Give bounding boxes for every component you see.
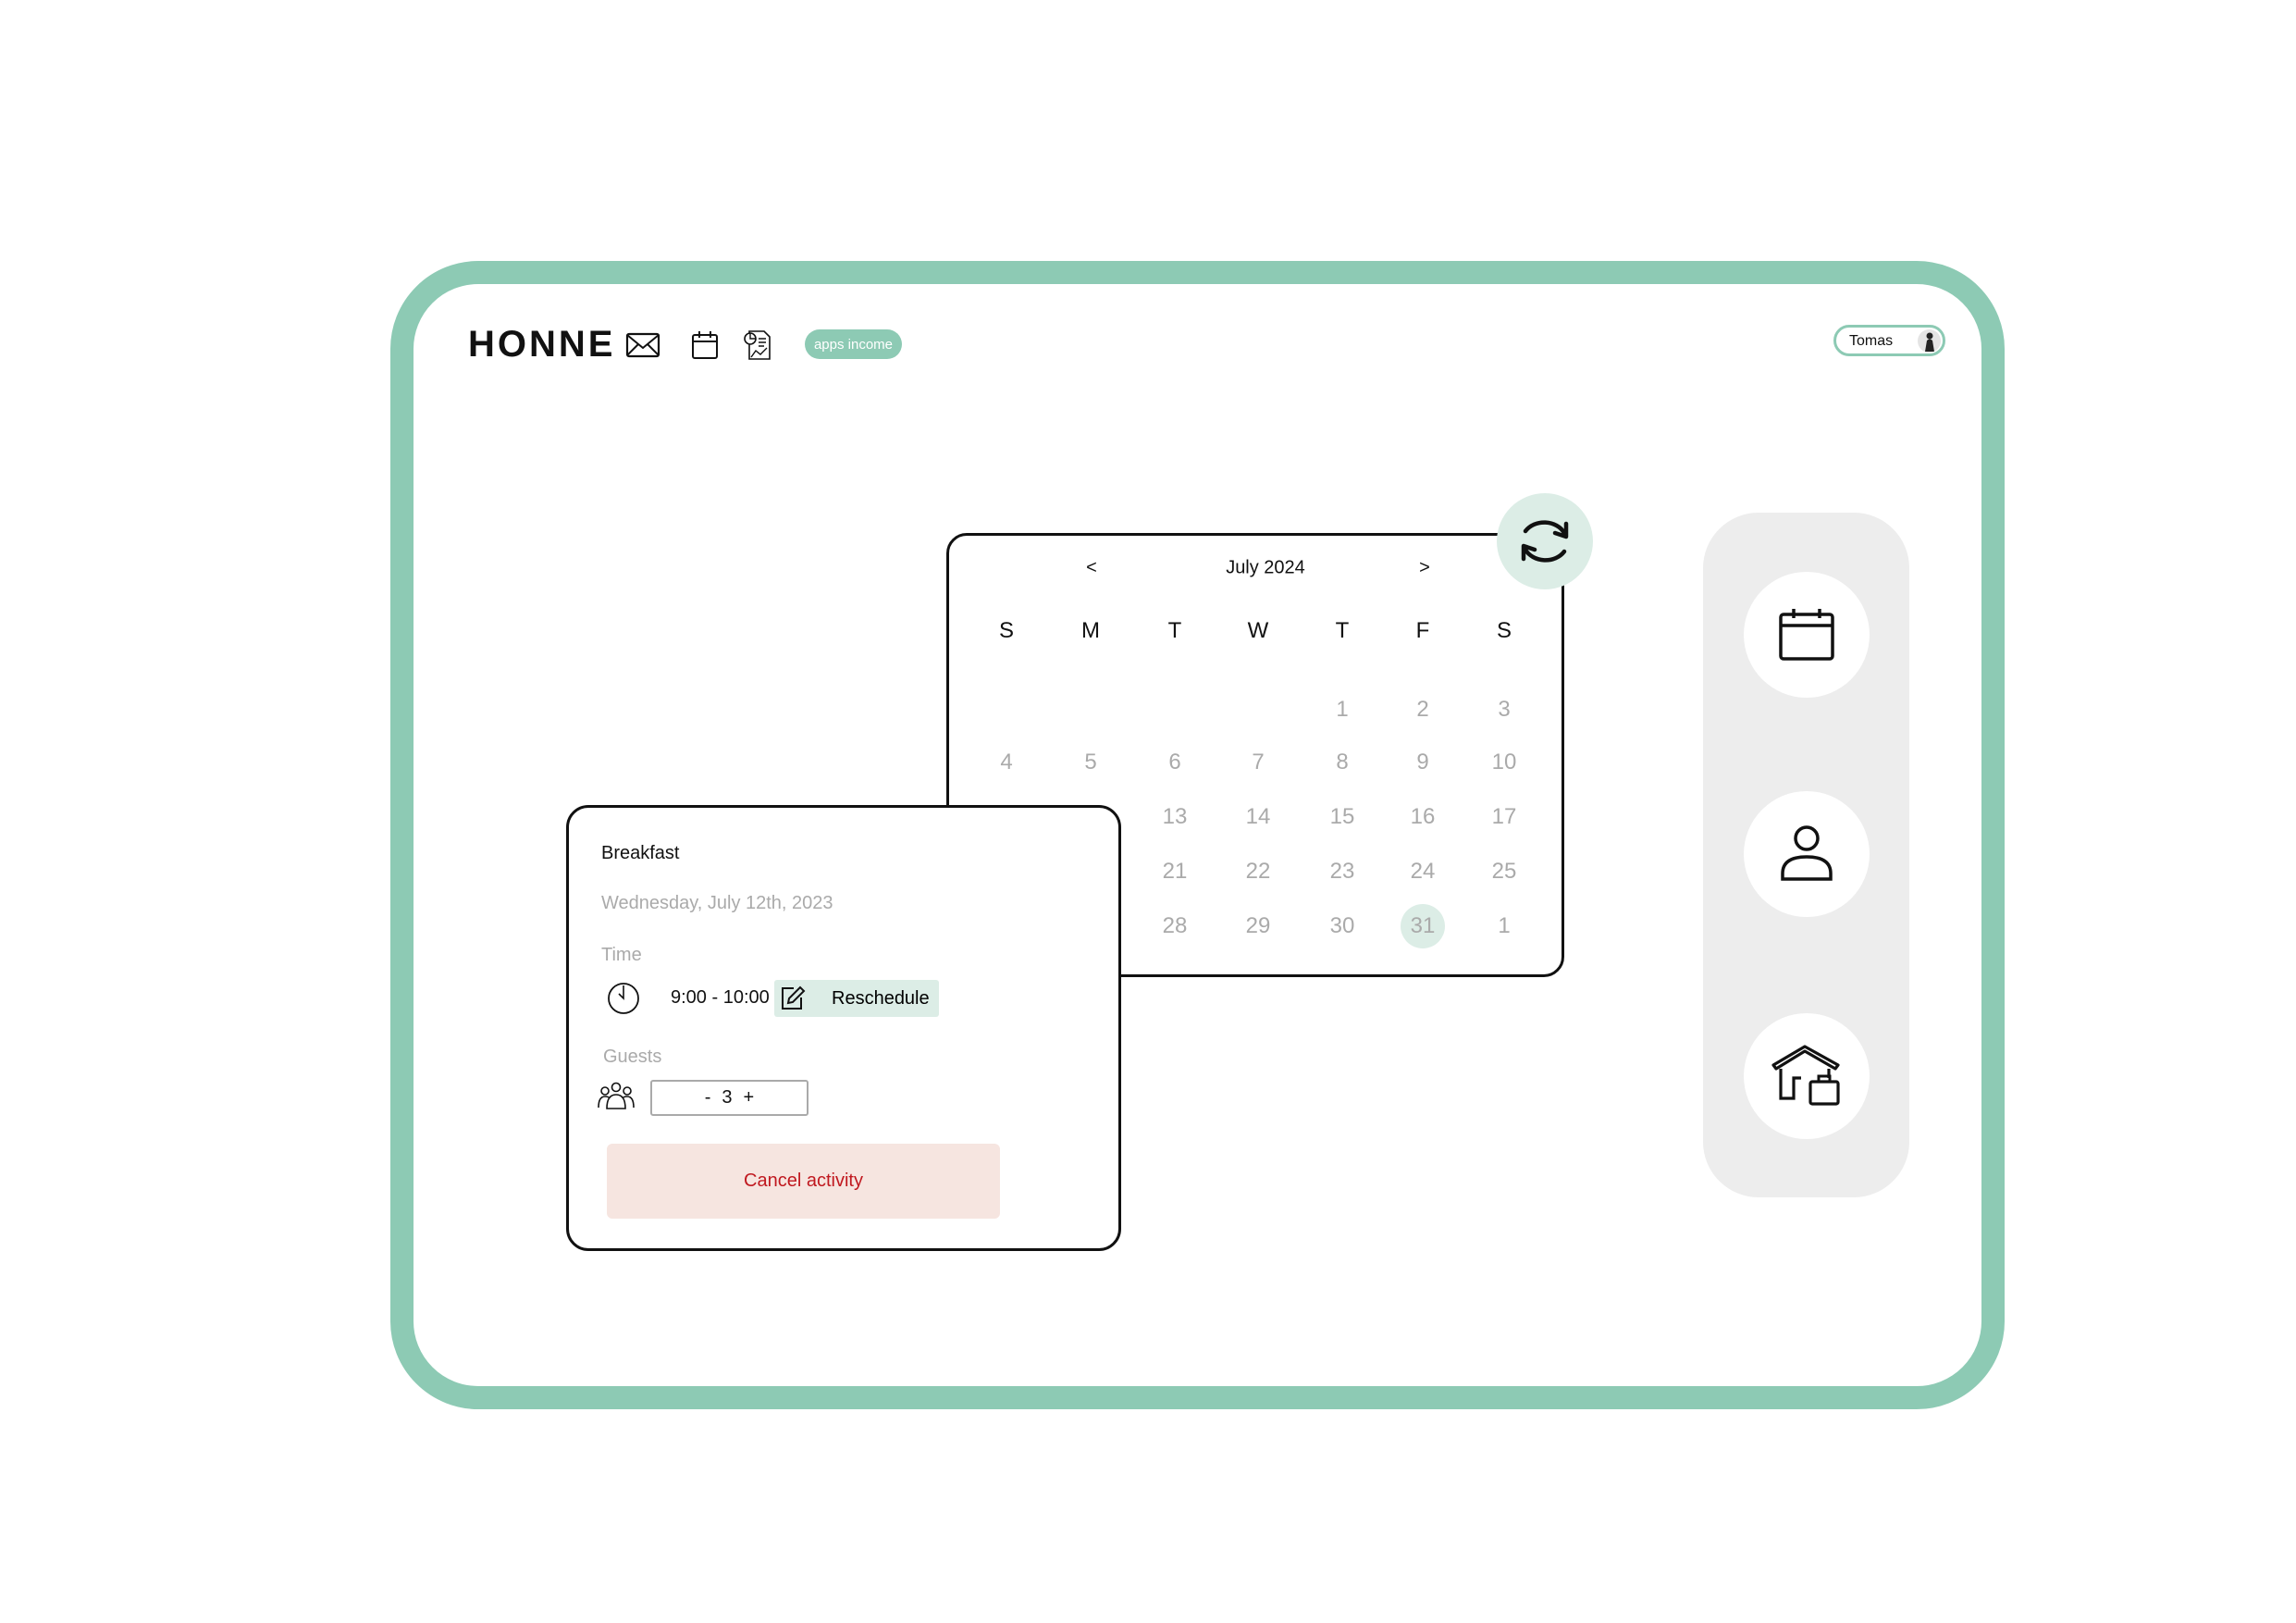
calendar-day[interactable]: 17 (1482, 795, 1526, 839)
house-luggage-icon (1771, 1045, 1840, 1106)
reschedule-label: Reschedule (832, 988, 930, 1009)
weekday-header: S (998, 618, 1015, 643)
user-menu[interactable]: Tomas (1833, 325, 1945, 356)
calendar-day[interactable]: 31 (1401, 904, 1445, 948)
calendar-day[interactable]: 8 (1320, 740, 1364, 785)
weekday-header: T (1167, 618, 1182, 643)
calendar-day[interactable]: 21 (1153, 849, 1197, 894)
guests-increment-button[interactable]: + (744, 1087, 755, 1109)
calendar-day[interactable]: 13 (1153, 795, 1197, 839)
calendar-day[interactable]: 4 (984, 740, 1029, 785)
month-label: July 2024 (1226, 557, 1305, 578)
logo[interactable]: HONNE (468, 324, 615, 365)
guests-count: 3 (722, 1087, 733, 1108)
calendar-day[interactable]: 30 (1320, 904, 1364, 948)
calendar-day[interactable]: 9 (1401, 740, 1445, 785)
calendar-day[interactable]: 28 (1153, 904, 1197, 948)
calendar-day[interactable]: 10 (1482, 740, 1526, 785)
side-panel (1703, 513, 1909, 1197)
calendar-day[interactable]: 7 (1236, 740, 1280, 785)
user-icon (1781, 825, 1833, 881)
event-time: 9:00 - 10:00 (671, 987, 770, 1008)
apps-income-button[interactable]: apps income (805, 329, 902, 359)
guests-stepper[interactable]: - 3 + (650, 1080, 809, 1116)
event-date: Wednesday, July 12th, 2023 (601, 893, 833, 913)
side-property-button[interactable] (1744, 1013, 1870, 1139)
refresh-icon (1521, 520, 1569, 563)
mail-icon[interactable] (625, 329, 660, 361)
user-name: Tomas (1849, 333, 1894, 349)
event-title: Breakfast (601, 843, 680, 863)
calendar-day[interactable]: 5 (1068, 740, 1113, 785)
reschedule-button[interactable]: Reschedule (774, 980, 939, 1017)
calendar-day[interactable]: 1 (1320, 688, 1364, 732)
weekday-header: M (1081, 618, 1100, 643)
calendar-day[interactable]: 15 (1320, 795, 1364, 839)
calendar-icon[interactable] (687, 329, 722, 361)
calendar-day[interactable]: 14 (1236, 795, 1280, 839)
calendar-day[interactable]: 2 (1401, 688, 1445, 732)
side-calendar-button[interactable] (1744, 572, 1870, 698)
guests-label: Guests (603, 1047, 662, 1067)
calendar-day[interactable]: 6 (1153, 740, 1197, 785)
time-label: Time (601, 945, 642, 965)
calendar-day[interactable]: 24 (1401, 849, 1445, 894)
report-icon[interactable] (740, 329, 775, 361)
calendar-icon (1779, 609, 1834, 661)
weekday-header: W (1247, 618, 1269, 643)
avatar (1918, 329, 1941, 353)
guests-decrement-button[interactable]: - (705, 1087, 711, 1109)
cancel-activity-button[interactable]: Cancel activity (607, 1144, 1000, 1219)
clock-icon (608, 983, 639, 1014)
calendar-day[interactable]: 29 (1236, 904, 1280, 948)
calendar-day[interactable]: 16 (1401, 795, 1445, 839)
calendar-day[interactable]: 22 (1236, 849, 1280, 894)
next-month-button[interactable]: > (1419, 558, 1430, 579)
edit-icon (782, 985, 806, 1010)
side-user-button[interactable] (1744, 791, 1870, 917)
calendar-day[interactable]: 1 (1482, 904, 1526, 948)
calendar-day[interactable]: 25 (1482, 849, 1526, 894)
guests-icon (598, 1082, 635, 1109)
weekday-header: T (1335, 618, 1350, 643)
prev-month-button[interactable]: < (1086, 558, 1097, 579)
calendar-day[interactable]: 23 (1320, 849, 1364, 894)
event-details-card: Breakfast Wednesday, July 12th, 2023 Tim… (566, 805, 1121, 1251)
weekday-header: F (1415, 618, 1430, 643)
refresh-button[interactable] (1497, 493, 1593, 589)
weekday-header: S (1496, 618, 1512, 643)
calendar-day[interactable]: 3 (1482, 688, 1526, 732)
